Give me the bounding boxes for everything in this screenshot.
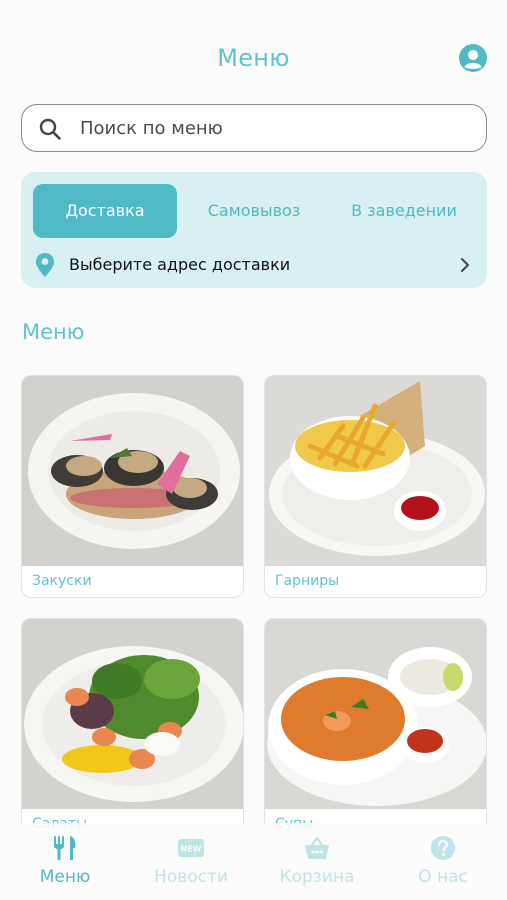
section-title: Меню [22,320,85,344]
order-mode-tabs: Доставка Самовывоз В заведении [33,184,475,238]
category-card-soups[interactable]: Супы [264,618,487,841]
nav-cart[interactable]: Корзина [254,823,380,900]
nav-label: Новости [154,867,228,887]
location-pin-icon [36,253,54,277]
tab-dine-in[interactable]: В заведении [333,184,475,238]
delivery-address-selector[interactable]: Выберите адрес доставки [33,250,475,280]
nav-label: Меню [39,867,91,887]
bottom-navigation: Меню NEW Новости Корзина О нас [0,823,507,900]
category-image [22,376,243,566]
category-image [22,619,243,809]
category-label: Закуски [32,573,92,589]
address-prompt: Выберите адрес доставки [69,255,291,274]
category-image [265,619,486,809]
page-title: Меню [217,44,290,72]
basket-icon [305,836,329,859]
category-image [265,376,486,566]
new-badge-icon: NEW [178,839,204,857]
tab-delivery[interactable]: Доставка [33,184,177,238]
tab-pickup[interactable]: Самовывоз [183,184,325,238]
app-header: Меню [0,0,507,100]
category-card-sides[interactable]: Гарниры [264,375,487,598]
nav-label: Корзина [279,867,355,887]
nav-label: О нас [418,867,468,887]
svg-text:NEW: NEW [181,845,202,854]
chevron-right-icon [461,258,469,272]
nav-about[interactable]: О нас [380,823,506,900]
fork-knife-icon [54,836,76,860]
category-card-salads[interactable]: Салаты [21,618,244,841]
search-bar[interactable] [21,104,487,152]
search-icon [39,118,61,140]
question-icon [431,836,455,860]
search-input[interactable] [80,113,470,143]
order-mode-panel: Доставка Самовывоз В заведении Выберите … [21,172,487,288]
nav-menu[interactable]: Меню [2,823,128,900]
category-label: Гарниры [275,573,340,589]
category-card-appetizers[interactable]: Закуски [21,375,244,598]
nav-news[interactable]: NEW Новости [128,823,254,900]
profile-icon[interactable] [459,44,487,72]
